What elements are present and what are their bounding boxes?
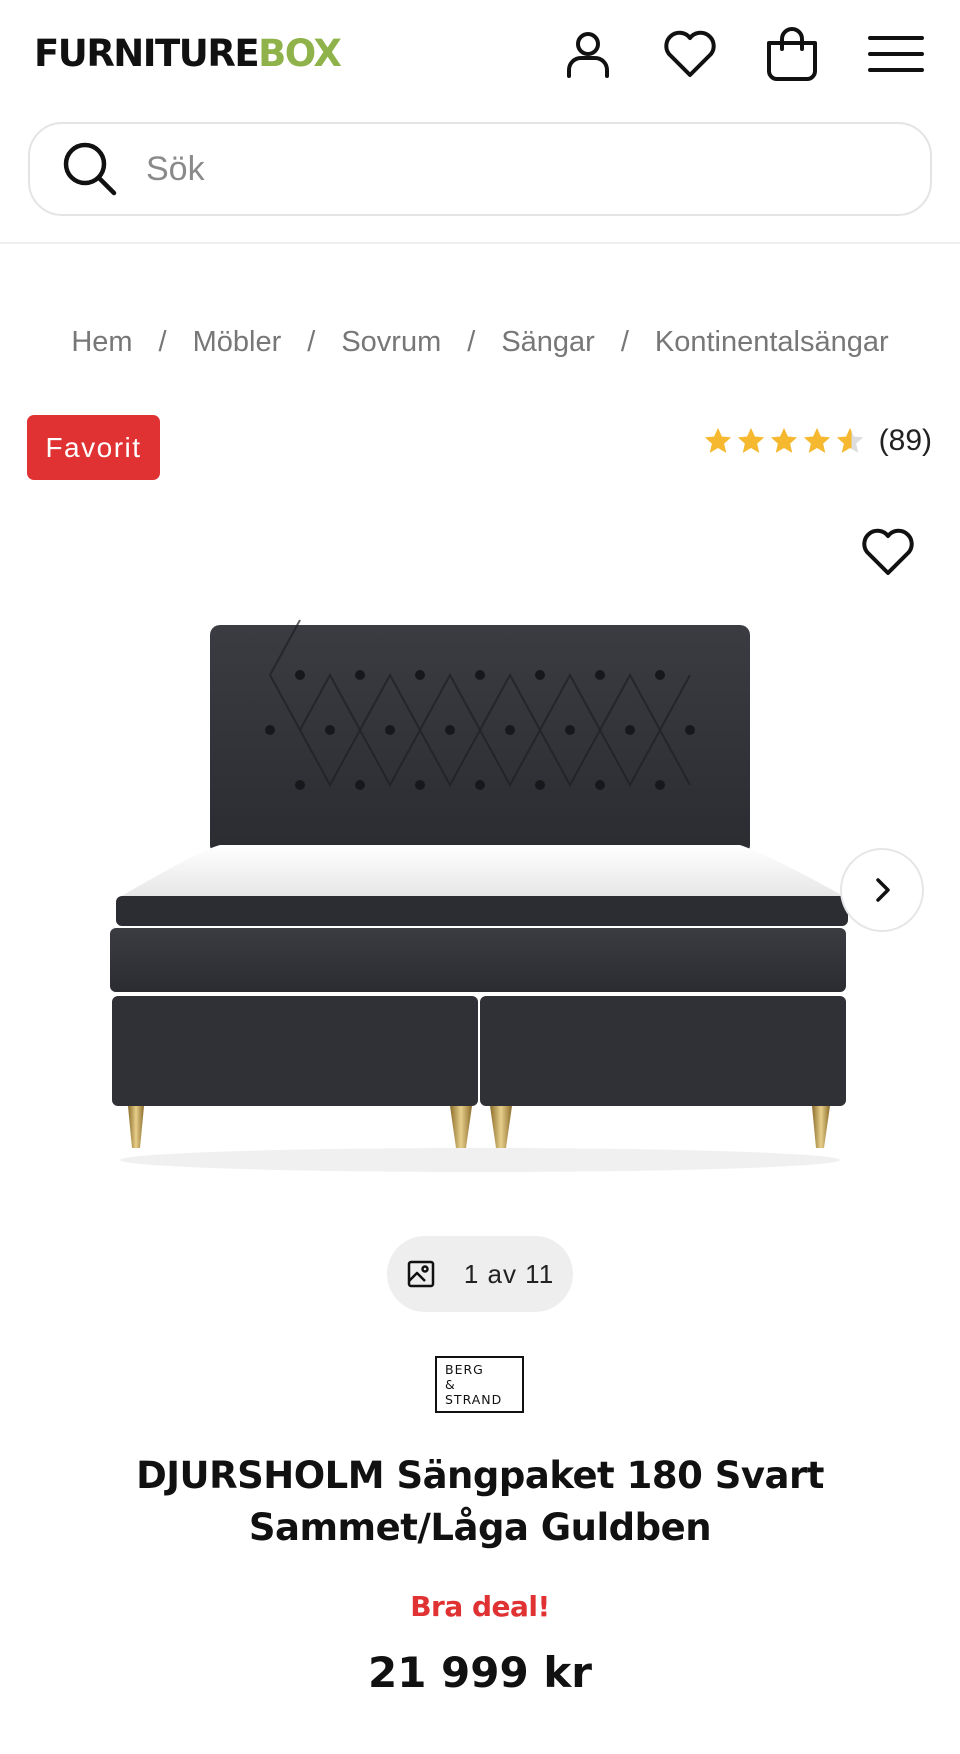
star-icon xyxy=(803,427,830,453)
breadcrumb-separator: / xyxy=(158,326,167,358)
brand-logo-line: & xyxy=(445,1377,456,1392)
site-header: FURNITUREBOX xyxy=(0,0,960,244)
breadcrumb-item-sangar[interactable]: Sängar xyxy=(501,326,595,359)
favorite-badge: Favorit xyxy=(27,415,160,480)
search-bar[interactable] xyxy=(28,122,932,216)
product-title: DJURSHOLM Sängpaket 180 Svart Sammet/Låg… xyxy=(136,1454,824,1549)
breadcrumb-item-mobler[interactable]: Möbler xyxy=(193,326,282,359)
product-price: 21 999 kr xyxy=(367,1648,592,1697)
breadcrumb-separator: / xyxy=(467,326,476,358)
half-star-icon xyxy=(836,427,863,453)
breadcrumb-separator: / xyxy=(307,326,316,358)
breadcrumb: Hem / Möbler / Sovrum / Sängar / Kontine… xyxy=(0,326,960,359)
search-input[interactable] xyxy=(146,149,866,189)
menu-icon[interactable] xyxy=(864,22,928,86)
product-image[interactable] xyxy=(90,600,870,1180)
product-rating[interactable]: (89) xyxy=(700,424,932,458)
next-image-button[interactable] xyxy=(840,848,924,932)
star-icon xyxy=(704,427,731,453)
rating-stars xyxy=(700,426,865,456)
breadcrumb-separator: / xyxy=(620,326,629,358)
wishlist-heart-icon[interactable] xyxy=(856,520,920,584)
brand-logo[interactable]: BERG & STRAND xyxy=(435,1356,524,1413)
deal-label: Bra deal! xyxy=(410,1590,550,1623)
site-logo[interactable]: FURNITUREBOX xyxy=(34,30,342,78)
breadcrumb-item-kontinentalsangar[interactable]: Kontinentalsängar xyxy=(655,326,889,359)
shopping-bag-icon[interactable] xyxy=(760,22,824,86)
chevron-right-icon xyxy=(876,878,890,902)
brand-logo-line: BERG xyxy=(445,1362,484,1377)
search-icon xyxy=(58,137,122,201)
image-counter[interactable]: 1 av 11 xyxy=(387,1236,573,1312)
star-icon xyxy=(770,427,797,453)
breadcrumb-item-sovrum[interactable]: Sovrum xyxy=(341,326,441,359)
heart-icon[interactable] xyxy=(658,22,722,86)
star-icon xyxy=(737,427,764,453)
image-counter-label: 1 av 11 xyxy=(463,1258,555,1289)
brand-logo-line: STRAND xyxy=(445,1392,503,1407)
account-icon[interactable] xyxy=(556,22,620,86)
review-count: (89) xyxy=(878,424,932,457)
breadcrumb-item-hem[interactable]: Hem xyxy=(71,326,132,359)
image-icon xyxy=(407,1260,435,1288)
